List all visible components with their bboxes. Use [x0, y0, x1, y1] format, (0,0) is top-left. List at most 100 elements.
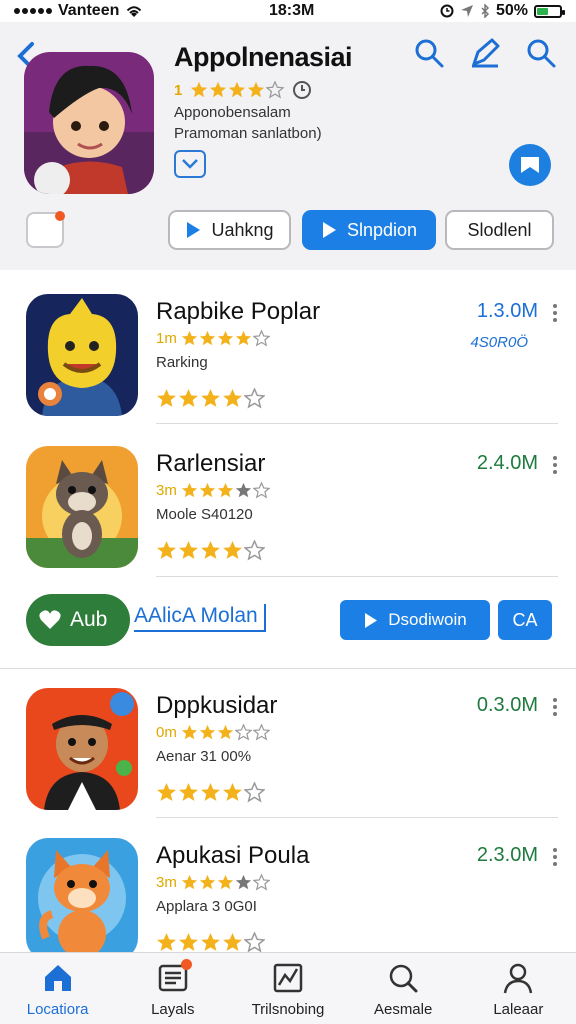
app-meta: Aenar 31 00% [156, 748, 252, 765]
star-filled-icon [181, 874, 197, 890]
bookmark-button[interactable] [509, 144, 551, 186]
app-icon-cat [26, 446, 138, 568]
tab-profile[interactable]: Laleaar [463, 961, 573, 1018]
status-bar: Vanteen 18:3M 50% [0, 0, 576, 22]
more-options-icon[interactable] [552, 848, 558, 866]
star-filled-icon [217, 330, 233, 346]
rating-stars [181, 482, 270, 499]
star-filled-icon [199, 874, 215, 890]
star-filled-icon [191, 81, 208, 98]
wifi-icon [127, 6, 142, 17]
app-meta: Moole S40120 [156, 506, 253, 523]
tab-label: Trilsnobing [251, 1001, 325, 1018]
aub-chip[interactable]: Aub [26, 594, 130, 646]
alarm-icon [440, 4, 454, 18]
rating-label: 3m [156, 874, 177, 891]
app-name: Dppkusidar [156, 692, 278, 719]
person-icon [504, 963, 533, 994]
star-filled-icon [179, 541, 198, 559]
clock-icon [293, 81, 312, 99]
app-name: Rapbike Poplar [156, 298, 321, 325]
promo-link[interactable]: AAlicA Molan [134, 604, 266, 632]
download-count: 1.3.0M [476, 300, 538, 322]
download-button-label: Dsodiwoin [388, 610, 467, 629]
tab-layals[interactable]: Layals [118, 959, 228, 1018]
search-icon-2[interactable] [524, 36, 558, 70]
chevron-down-icon [182, 159, 198, 169]
star-filled-icon [248, 81, 265, 98]
star-filled-icon [201, 933, 220, 951]
star-empty-icon [244, 540, 265, 561]
divider [156, 576, 558, 577]
star-filled-icon [210, 81, 227, 98]
star-empty-icon [244, 932, 265, 953]
home-icon [44, 965, 71, 991]
star-filled-icon [181, 724, 197, 740]
expand-button[interactable] [174, 150, 206, 178]
tab-search[interactable]: Aesmale [348, 961, 458, 1018]
notification-dot [55, 211, 65, 221]
bluetooth-icon [481, 4, 490, 18]
divider [156, 423, 558, 424]
more-options-icon[interactable] [552, 304, 558, 322]
star-filled-icon [201, 783, 220, 801]
more-options-icon[interactable] [552, 456, 558, 474]
star-filled-icon [157, 783, 176, 801]
tab-label: Laleaar [493, 1001, 544, 1018]
app-name: Rarlensiar [156, 450, 266, 477]
student-button-label: Slodlenl [467, 219, 532, 240]
download-count: 2.4.0M [476, 452, 538, 474]
review-stars [156, 388, 265, 409]
rating-label: 1m [156, 330, 177, 347]
signal-dots-icon [14, 8, 52, 14]
search-icon[interactable] [412, 36, 446, 70]
battery-percent: 50% [495, 2, 528, 19]
list-item[interactable]: Rapbike Poplar 1m Rarking 1.3.0M 4S0R0Ö [0, 278, 576, 430]
battery-icon [534, 4, 565, 18]
star-filled-icon [181, 482, 197, 498]
star-empty-icon [234, 724, 252, 741]
subscription-button[interactable]: Slnpdion [302, 210, 436, 250]
ranking-button[interactable]: Uahkng [168, 210, 291, 250]
subscription-button-label: Slnpdion [346, 219, 418, 240]
star-filled-icon [157, 541, 176, 559]
download-sub-count: 4S0R0Ö [470, 334, 528, 351]
app-icon-yellow-character [26, 294, 138, 416]
tab-label: Locatiora [26, 1001, 89, 1018]
star-empty-icon [244, 782, 265, 803]
star-empty-icon [252, 724, 270, 741]
star-empty-icon [235, 874, 251, 890]
star-empty-icon [266, 81, 285, 99]
app-title: Appolnenasiai [174, 42, 353, 72]
edit-icon[interactable] [468, 36, 502, 70]
star-empty-icon [235, 482, 251, 498]
header-stars [190, 81, 285, 99]
download-count: 0.3.0M [476, 694, 538, 716]
star-filled-icon [223, 389, 242, 407]
download-button[interactable]: Dsodiwoin [340, 600, 490, 640]
app-icon-hat-man [26, 688, 138, 810]
location-icon [460, 5, 473, 17]
tab-locations[interactable]: Locatiora [3, 961, 113, 1018]
tab-trending[interactable]: Trilsnobing [233, 961, 343, 1018]
bookmark-icon [521, 157, 539, 173]
ca-button[interactable]: CA [498, 600, 552, 640]
heart-icon [39, 610, 61, 629]
more-options-icon[interactable] [552, 698, 558, 716]
promo-row: Aub AAlicA Molan Dsodiwoin CA [0, 592, 576, 648]
app-icon-fox [26, 838, 138, 960]
app-meta: Applara 3 0G0I [156, 898, 257, 915]
header-subtitle-2: Pramoman sanlatbon) [174, 125, 322, 142]
app-name: Apukasi Poula [156, 842, 310, 869]
aub-label: Aub [70, 608, 108, 631]
list-item[interactable]: Rarlensiar 3m Moole S40120 2.4.0M [0, 430, 576, 582]
star-filled-icon [217, 482, 233, 498]
app-header: Appolnenasiai 1 Apponobensalam Pramoman … [0, 22, 576, 270]
notification-square-button[interactable] [26, 211, 65, 248]
list-item[interactable]: Dppkusidar 0m Aenar 31 00% 0.3.0M [0, 672, 576, 824]
star-filled-icon [157, 389, 176, 407]
rating-stars [181, 724, 270, 741]
star-empty-icon [252, 482, 270, 499]
student-button[interactable]: Slodlenl [445, 210, 554, 250]
star-filled-icon [223, 541, 242, 559]
